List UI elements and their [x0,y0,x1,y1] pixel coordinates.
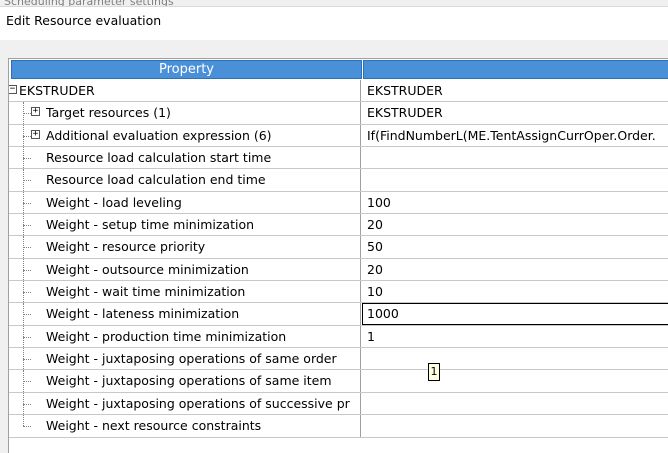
tree-branch-line [23,314,31,316]
property-cell: Resource load calculation end time [9,169,361,191]
expand-icon[interactable]: + [31,107,40,117]
property-cell: + Target resources (1) [9,102,361,124]
value-cell[interactable] [362,169,668,190]
property-label: Weight - lateness minimization [46,306,240,322]
property-label: Additional evaluation expression (6) [46,127,272,143]
property-label: Weight - outsource minimization [46,261,249,277]
table-row[interactable]: Resource load calculation start time [9,147,668,170]
property-label: Resource load calculation start time [46,150,272,166]
value-cell[interactable]: 10 [362,281,668,302]
expand-icon[interactable]: + [31,129,40,139]
edit-resource-evaluation-dialog: Edit Resource evaluation Property − EKST… [0,6,668,453]
tree-branch-line [23,247,31,249]
value-cell[interactable] [362,147,668,168]
value-cell[interactable]: 100 [362,192,668,213]
property-label: Weight - next resource constraints [46,418,262,434]
value-cell[interactable]: EKSTRUDER [362,80,668,101]
table-row[interactable]: + Additional evaluation expression (6) If(… [9,124,668,148]
property-cell: Weight - juxtaposing operations of same … [9,348,361,370]
property-label: Weight - resource priority [46,239,206,255]
collapse-icon[interactable]: − [9,85,17,94]
table-row[interactable]: Weight - juxtaposing operations of same … [9,370,668,393]
value-cell[interactable] [362,415,668,436]
value-cell[interactable]: EKSTRUDER [362,102,668,123]
dialog-body: Property − EKSTRUDER EKSTRUDER + Target r… [0,40,668,453]
table-row[interactable]: Weight - juxtaposing operations of succe… [9,392,668,416]
tree-branch-line [23,180,31,182]
table-row[interactable]: Weight - load leveling 100 [9,191,668,215]
property-label: Weight - production time minimization [46,328,287,344]
property-cell: Resource load calculation start time [9,147,361,169]
property-cell: Weight - resource priority [9,236,361,258]
property-cell: Weight - juxtaposing operations of succe… [9,392,361,415]
table-row[interactable]: + Target resources (1) EKSTRUDER [9,102,668,125]
tree-branch-line [23,426,31,428]
property-cell: Weight - setup time minimization [9,214,361,236]
value-cell[interactable] [362,370,668,391]
property-label: Target resources (1) [46,105,171,121]
table-row[interactable]: Weight - setup time minimization 20 [9,214,668,237]
table-row[interactable]: Weight - production time minimization 1 [9,325,668,349]
tree-branch-line [23,381,31,383]
value-cell[interactable]: 1 [362,326,668,347]
value-cell[interactable]: 20 [362,259,668,280]
property-cell: + Additional evaluation expression (6) [9,124,361,147]
table-row[interactable]: Weight - juxtaposing operations of same … [9,348,668,371]
tree-branch-line [23,269,31,271]
property-cell: Weight - outsource minimization [9,258,361,281]
property-label: Weight - juxtaposing operations of succe… [46,395,350,411]
table-row[interactable]: Weight - outsource minimization 20 [9,258,668,282]
table-row[interactable]: Weight - lateness minimization 1000 [9,303,668,326]
root-label: EKSTRUDER [19,83,95,98]
tree-branch-line [23,113,31,115]
tree-branch-line [23,135,31,137]
value-column-header[interactable] [363,60,668,79]
property-cell: Weight - next resource constraints [9,415,361,437]
property-label: Weight - load leveling [46,194,182,210]
table-row-root[interactable]: − EKSTRUDER EKSTRUDER [9,80,668,103]
property-grid: Property − EKSTRUDER EKSTRUDER + Target r… [8,58,668,453]
table-row[interactable]: Weight - resource priority 50 [9,236,668,259]
tree-branch-line [23,225,31,227]
dialog-title: Edit Resource evaluation [6,13,162,28]
property-cell: Weight - load leveling [9,191,361,214]
tree-branch-line [23,158,31,160]
value-cell[interactable] [362,393,668,414]
property-label: Weight - juxtaposing operations of same … [46,373,332,389]
value-cell[interactable]: 20 [362,214,668,235]
value-cell[interactable]: If(FindNumberL(ME.TentAssignCurrOper.Ord… [362,125,668,146]
value-cell[interactable] [362,348,668,369]
value-cell-selected[interactable]: 1000 [362,303,668,325]
tree-branch-line [23,403,31,405]
property-label: Weight - juxtaposing operations of same … [46,351,337,367]
property-cell: − EKSTRUDER [9,80,361,102]
property-column-header[interactable]: Property [11,60,362,79]
property-cell: Weight - wait time minimization [9,281,361,303]
property-cell: Weight - juxtaposing operations of same … [9,370,361,392]
value-cell[interactable]: 50 [362,236,668,257]
property-cell: Weight - production time minimization [9,325,361,348]
tree-branch-line [23,202,31,204]
property-label: Weight - wait time minimization [46,284,246,300]
table-row[interactable]: Weight - next resource constraints [9,415,668,438]
tree-connector-line [23,415,24,426]
background-title-text: Scheduling parameter settings [4,0,174,8]
table-row[interactable]: Weight - wait time minimization 10 [9,281,668,304]
property-label: Weight - setup time minimization [46,217,255,233]
grid-rows: − EKSTRUDER EKSTRUDER + Target resources … [9,80,668,438]
tree-branch-line [23,336,31,338]
grid-header: Property [9,59,668,79]
tree-branch-line [23,292,31,294]
property-label: Resource load calculation end time [46,172,266,188]
tooltip: 1 [428,363,440,381]
tree-branch-line [23,359,31,361]
table-row[interactable]: Resource load calculation end time [9,169,668,192]
property-cell: Weight - lateness minimization [9,303,361,325]
